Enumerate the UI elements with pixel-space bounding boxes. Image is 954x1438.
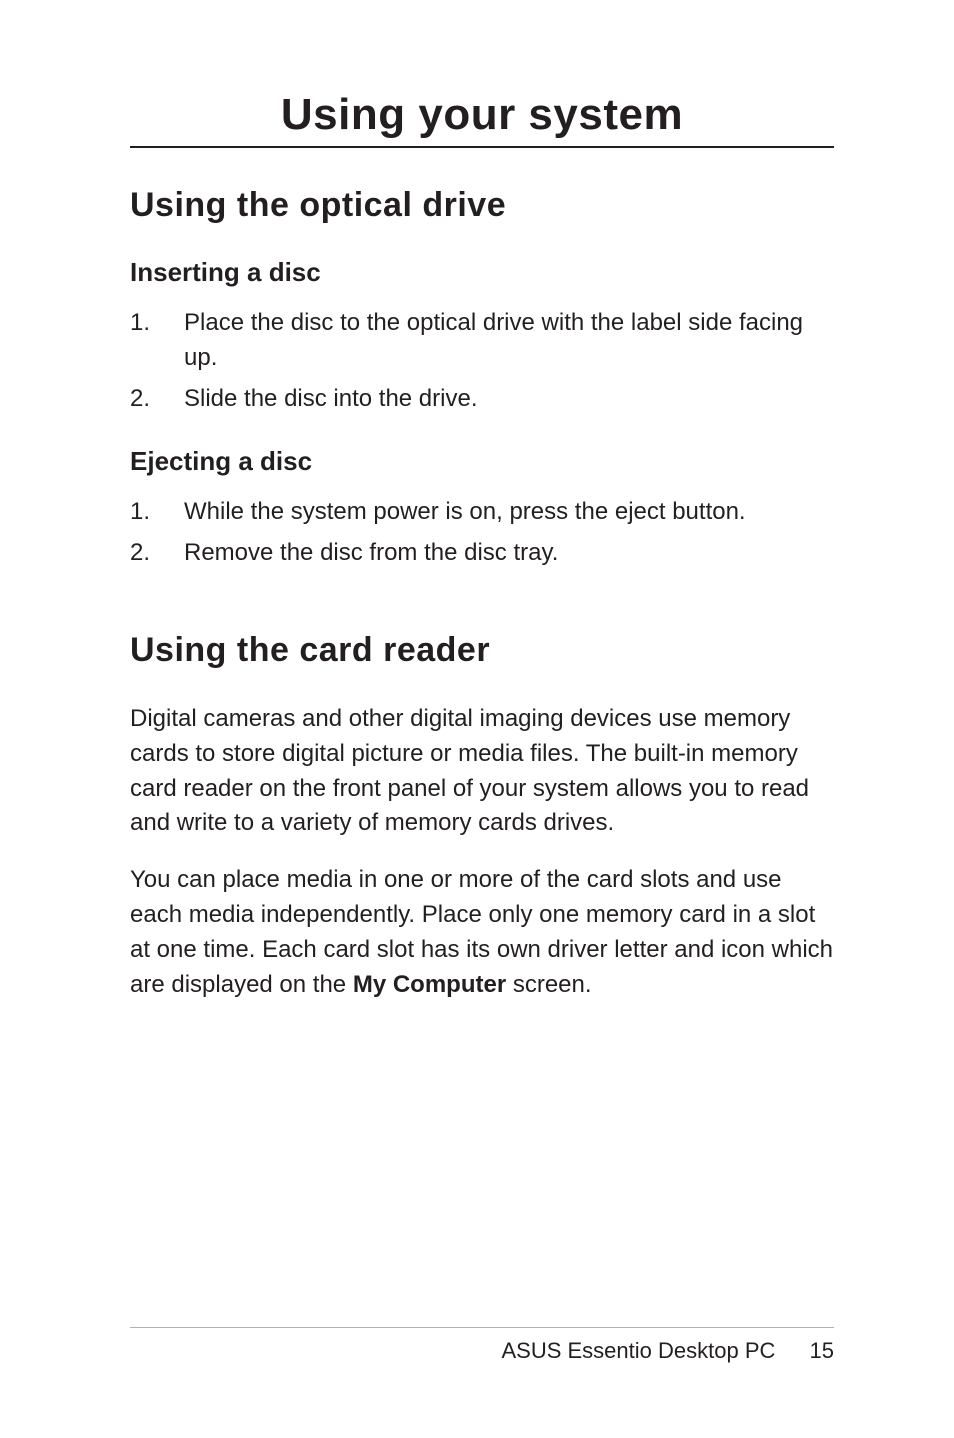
list-item: Remove the disc from the disc tray. <box>130 536 834 571</box>
footer-product: ASUS Essentio Desktop PC <box>501 1338 775 1363</box>
body-paragraph: You can place media in one or more of th… <box>130 863 834 1002</box>
list-item: Place the disc to the optical drive with… <box>130 306 834 376</box>
section-optical-drive: Using the optical drive <box>130 186 834 225</box>
page-footer: ASUS Essentio Desktop PC 15 <box>130 1327 834 1364</box>
chapter-title: Using your system <box>130 90 834 148</box>
my-computer-bold: My Computer <box>353 971 506 998</box>
body-paragraph: Digital cameras and other digital imagin… <box>130 702 834 841</box>
list-item: While the system power is on, press the … <box>130 495 834 530</box>
footer-page-number: 15 <box>810 1338 834 1364</box>
sub-inserting-disc: Inserting a disc <box>130 257 834 288</box>
steps-inserting: Place the disc to the optical drive with… <box>130 306 834 416</box>
section-card-reader: Using the card reader <box>130 631 834 670</box>
list-item: Slide the disc into the drive. <box>130 382 834 417</box>
para-text: screen. <box>506 971 591 998</box>
sub-ejecting-disc: Ejecting a disc <box>130 446 834 477</box>
steps-ejecting: While the system power is on, press the … <box>130 495 834 571</box>
